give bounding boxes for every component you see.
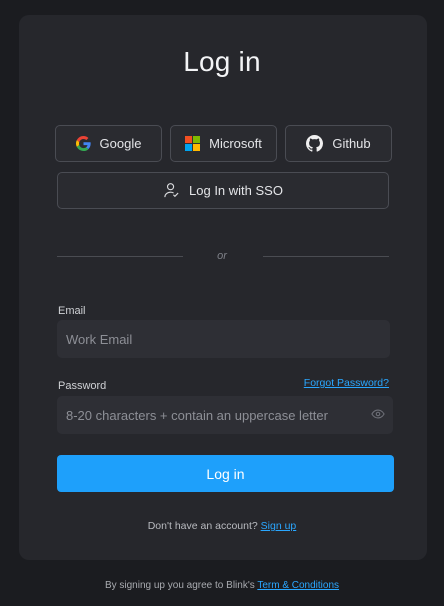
github-label: Github [332, 136, 371, 151]
sso-label: Log In with SSO [189, 183, 283, 198]
microsoft-icon [185, 136, 201, 151]
signup-row: Don't have an account? Sign up [0, 520, 444, 532]
email-input[interactable] [57, 320, 390, 358]
login-button[interactable]: Log in [57, 455, 394, 492]
google-label: Google [99, 136, 142, 151]
password-input[interactable] [57, 396, 393, 434]
signup-link[interactable]: Sign up [261, 520, 297, 532]
sso-login-button[interactable]: Log In with SSO [57, 172, 389, 209]
email-label: Email [58, 305, 86, 317]
google-login-button[interactable]: Google [55, 125, 162, 162]
microsoft-login-button[interactable]: Microsoft [170, 125, 277, 162]
divider-line-right [263, 256, 389, 257]
user-key-icon [163, 182, 180, 199]
terms-text: By signing up you agree to Blink's [104, 580, 258, 591]
page-title: Log in [183, 46, 261, 77]
forgot-password-link[interactable]: Forgot Password? [304, 377, 389, 389]
eye-icon[interactable] [371, 408, 385, 420]
password-label: Password [58, 380, 107, 392]
github-icon [306, 135, 324, 152]
signup-prompt: Don't have an account? [147, 520, 258, 532]
terms-footer: By signing up you agree to Blink's Term … [0, 580, 444, 591]
terms-link[interactable]: Term & Conditions [257, 580, 339, 591]
microsoft-label: Microsoft [209, 136, 262, 151]
github-login-button[interactable]: Github [285, 125, 392, 162]
google-icon [75, 136, 91, 151]
